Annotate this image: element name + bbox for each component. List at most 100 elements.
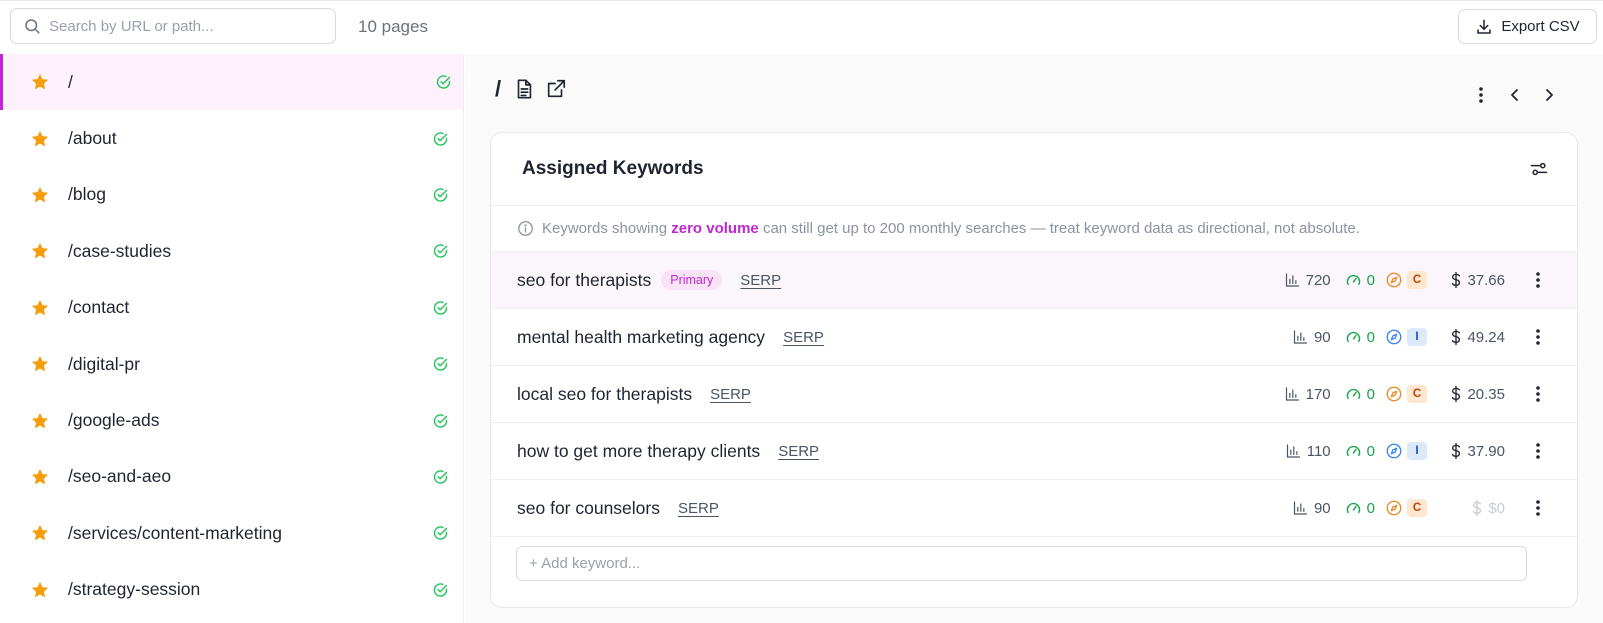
volume-metric: 720 [1284, 272, 1331, 289]
star-icon[interactable] [30, 129, 50, 149]
cpc-metric: 49.24 [1441, 328, 1505, 346]
kd-value: 0 [1366, 271, 1375, 289]
vertical-dots-icon[interactable] [1527, 383, 1549, 405]
page-list-sidebar: / /about/blog/case-studies/contact/digita… [0, 54, 464, 623]
page-title: / [495, 76, 502, 101]
vertical-dots-icon[interactable] [1527, 497, 1549, 519]
sidebar-item[interactable]: /blog [0, 167, 463, 223]
sidebar-item-label: /case-studies [68, 240, 172, 261]
sidebar-item[interactable]: /digital-pr [0, 336, 463, 392]
sidebar-item[interactable]: /strategy-session [0, 562, 463, 618]
sidebar-item[interactable]: /contact [0, 280, 463, 336]
gauge-icon [1345, 443, 1362, 460]
dollar-icon [1449, 442, 1463, 460]
notice-post: can still get up to 200 monthly searches… [762, 220, 1360, 237]
chevron-left-icon[interactable] [1505, 84, 1525, 106]
add-keyword-input[interactable] [516, 546, 1527, 581]
bar-chart-icon [1292, 500, 1309, 516]
intent-metric: C [1385, 499, 1427, 517]
card-header: Assigned Keywords [491, 133, 1577, 206]
intent-badge: I [1407, 328, 1427, 346]
star-icon[interactable] [30, 185, 50, 205]
star-icon[interactable] [30, 72, 50, 92]
sliders-icon[interactable] [1529, 159, 1549, 179]
sidebar-item[interactable]: / [0, 54, 463, 111]
serp-link[interactable]: SERP [710, 386, 751, 403]
bar-chart-icon [1284, 386, 1301, 402]
bar-chart-icon [1285, 443, 1302, 459]
serp-link[interactable]: SERP [678, 500, 719, 517]
vertical-dots-icon[interactable] [1471, 84, 1491, 106]
kd-metric: 0 [1345, 443, 1375, 460]
compass-icon [1385, 442, 1403, 460]
page-header: / [495, 76, 567, 102]
check-circle-icon [432, 581, 449, 598]
vertical-dots-icon[interactable] [1527, 440, 1549, 462]
compass-icon [1385, 385, 1403, 403]
volume-value: 90 [1313, 328, 1331, 346]
volume-notice: Keywords showing zero volume can still g… [491, 206, 1577, 252]
document-icon[interactable] [513, 78, 535, 100]
sidebar-item[interactable]: /seo-and-aeo [0, 449, 463, 505]
star-icon[interactable] [30, 523, 50, 543]
vertical-dots-icon[interactable] [1527, 326, 1549, 348]
volume-metric: 170 [1284, 386, 1331, 403]
sidebar-item[interactable]: /services/content-marketing [0, 505, 463, 561]
cpc-metric: $0 [1441, 499, 1505, 517]
notice-highlight: zero volume [671, 220, 759, 237]
assigned-keywords-card: Assigned Keywords Keywords showing zero … [490, 132, 1578, 608]
dollar-icon [1470, 499, 1484, 517]
search-box[interactable] [10, 8, 336, 44]
keyword-row: seo for therapists Primary SERP 720 0 C 37.66 [491, 252, 1577, 309]
intent-metric: C [1385, 385, 1427, 403]
star-icon[interactable] [30, 467, 50, 487]
kd-value: 0 [1366, 442, 1375, 460]
sidebar-item-label: /google-ads [68, 410, 160, 431]
intent-badge: C [1407, 499, 1427, 517]
star-icon[interactable] [30, 298, 50, 318]
sidebar-item[interactable]: /case-studies [0, 223, 463, 279]
page-detail-panel: / Assigned Keywords Keywords showing zer… [465, 54, 1603, 623]
intent-badge: C [1407, 271, 1427, 289]
notice-text: Keywords showing zero volume can still g… [542, 220, 1360, 237]
kd-metric: 0 [1345, 500, 1375, 517]
keyword-list: seo for therapists Primary SERP 720 0 C 37.66 m… [491, 252, 1577, 537]
add-keyword-wrapper [516, 546, 1527, 581]
volume-metric: 110 [1285, 443, 1331, 460]
serp-link[interactable]: SERP [783, 329, 824, 346]
check-circle-icon [432, 356, 449, 373]
keyword-metrics: 90 0 I 49.24 [1292, 309, 1577, 365]
kd-metric: 0 [1345, 386, 1375, 403]
info-icon [517, 220, 534, 237]
cpc-value: $0 [1488, 499, 1505, 517]
vertical-dots-icon[interactable] [1527, 269, 1549, 291]
star-icon[interactable] [30, 354, 50, 374]
export-csv-label: Export CSV [1501, 18, 1580, 35]
check-circle-icon [432, 299, 449, 316]
serp-link[interactable]: SERP [778, 443, 819, 460]
star-icon[interactable] [30, 411, 50, 431]
check-circle-icon [432, 130, 449, 147]
volume-value: 110 [1306, 442, 1331, 460]
dollar-icon [1449, 328, 1463, 346]
serp-link[interactable]: SERP [740, 272, 781, 289]
cpc-metric: 37.90 [1441, 442, 1505, 460]
star-icon[interactable] [30, 580, 50, 600]
check-circle-icon [432, 243, 449, 260]
keyword-text: local seo for therapists [517, 383, 693, 404]
compass-icon [1385, 499, 1403, 517]
external-link-icon[interactable] [545, 78, 567, 100]
sidebar-item[interactable]: /about [0, 110, 463, 166]
export-csv-button[interactable]: Export CSV [1458, 9, 1597, 44]
search-input[interactable] [49, 17, 309, 35]
star-icon[interactable] [30, 241, 50, 261]
keyword-row: mental health marketing agency SERP 90 0 I 49… [491, 309, 1577, 366]
keyword-row: seo for counselors SERP 90 0 C $0 [491, 480, 1577, 537]
chevron-right-icon[interactable] [1539, 84, 1559, 106]
sidebar-item-label: / [68, 71, 73, 92]
primary-badge: Primary [661, 270, 723, 290]
volume-metric: 90 [1292, 500, 1331, 517]
sidebar-item[interactable]: /google-ads [0, 392, 463, 448]
page-navigation [1471, 84, 1559, 106]
cpc-metric: 37.66 [1441, 271, 1505, 289]
